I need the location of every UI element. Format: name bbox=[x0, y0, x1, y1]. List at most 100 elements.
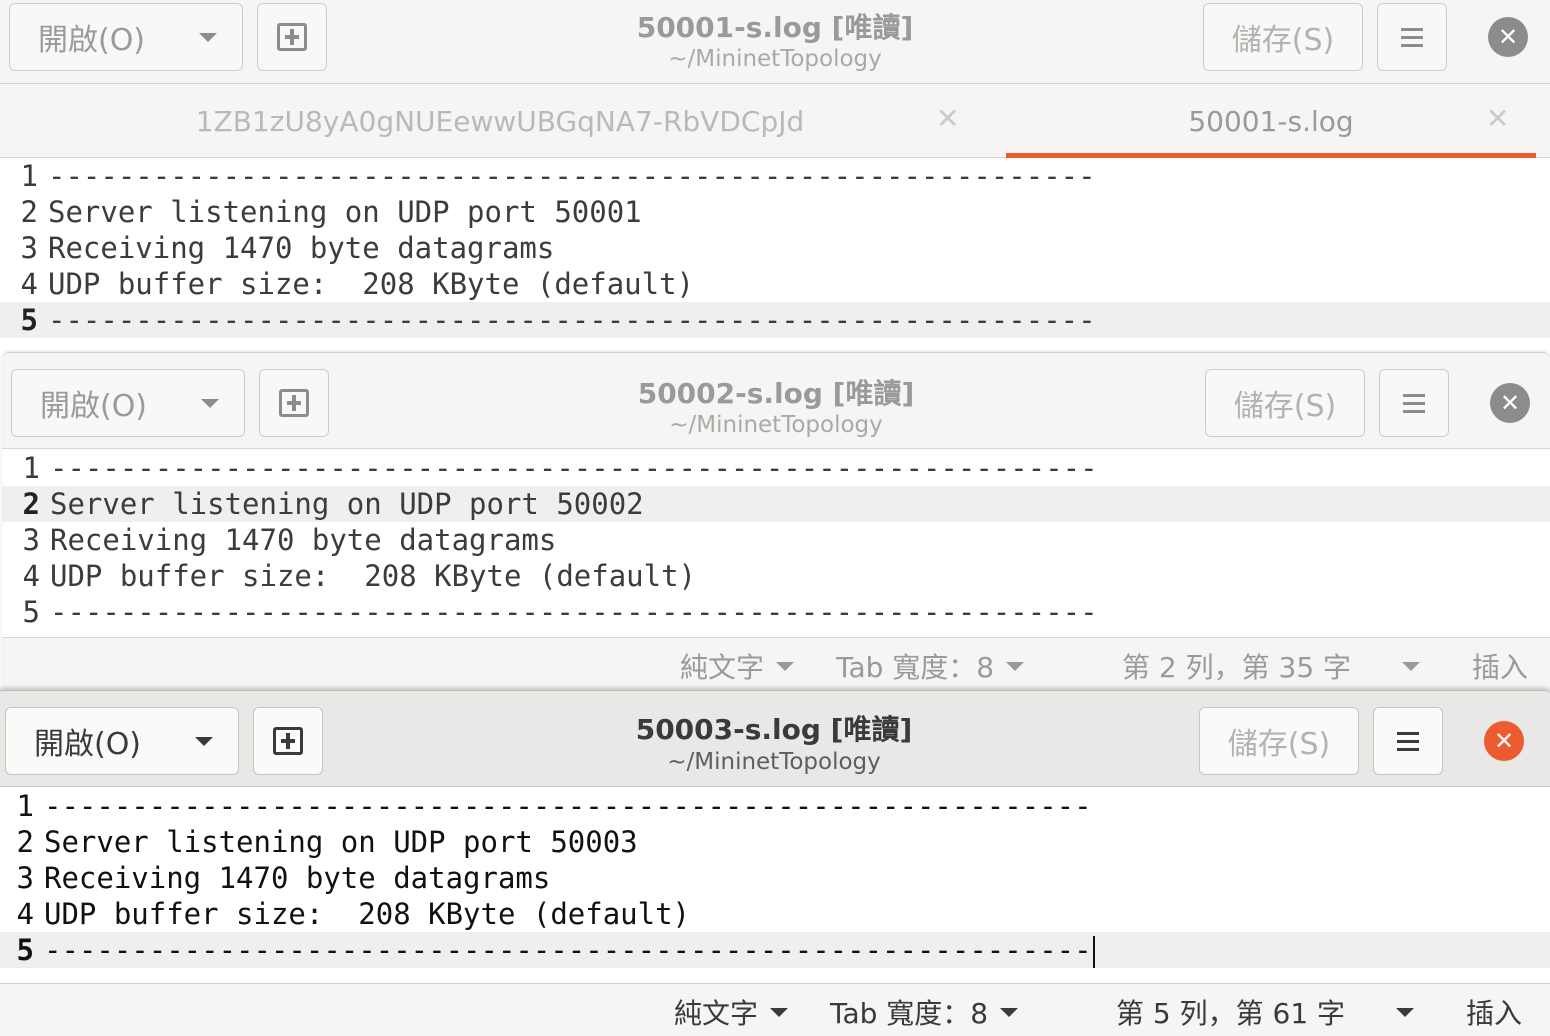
line-text: UDP buffer size: 208 KByte (default) bbox=[48, 267, 695, 301]
cursor-position-label: 第 5 列，第 61 字 bbox=[1116, 997, 1346, 1030]
text-line: 4 UDP buffer size: 208 KByte (default) bbox=[0, 896, 1550, 932]
text-view[interactable]: 1 ---------------------------------------… bbox=[0, 158, 1550, 338]
line-text: ----------------------------------------… bbox=[44, 932, 1095, 968]
header-bar: 開啟(O) 50001-s.log [唯讀] ~/MininetTopology… bbox=[0, 0, 1550, 84]
text-line: 1 ---------------------------------------… bbox=[2, 450, 1550, 486]
tab-width-label: Tab 寬度：8 bbox=[836, 651, 995, 684]
line-number: 5 bbox=[20, 303, 38, 337]
tab-close-icon[interactable]: ✕ bbox=[936, 102, 959, 135]
menu-button[interactable] bbox=[1379, 369, 1449, 437]
insert-mode-indicator[interactable]: 插入 bbox=[1466, 984, 1522, 1036]
save-button-label: 儲存(S) bbox=[1233, 389, 1337, 424]
header-bar: 開啟(O) 50002-s.log [唯讀] ~/MininetTopology… bbox=[2, 353, 1550, 449]
cursor-position-selector[interactable]: 第 5 列，第 61 字 bbox=[1116, 984, 1345, 1036]
tab-width-selector[interactable]: Tab 寬度：8 bbox=[830, 984, 1019, 1036]
cursor-position-selector[interactable]: 第 2 列，第 35 字 bbox=[1122, 638, 1351, 694]
cursor-position-label: 第 2 列，第 35 字 bbox=[1122, 651, 1352, 684]
chevron-down-icon bbox=[1000, 1007, 1019, 1017]
tab-width-selector[interactable]: Tab 寬度：8 bbox=[836, 638, 1025, 694]
line-number: 3 bbox=[22, 523, 40, 557]
status-bar: 純文字 Tab 寬度：8 第 2 列，第 35 字 插入 bbox=[2, 637, 1550, 693]
insert-mode-indicator[interactable]: 插入 bbox=[1472, 638, 1528, 694]
text-line: 1 ---------------------------------------… bbox=[0, 158, 1550, 194]
text-cursor bbox=[1092, 936, 1095, 968]
header-bar: 開啟(O) 50003-s.log [唯讀] ~/MininetTopology… bbox=[0, 691, 1550, 787]
line-number: 1 bbox=[20, 159, 38, 193]
close-icon: ✕ bbox=[1499, 389, 1521, 417]
line-number: 2 bbox=[22, 487, 40, 521]
line-number: 1 bbox=[22, 451, 40, 485]
line-text: Server listening on UDP port 50002 bbox=[50, 487, 644, 521]
insert-mode-label: 插入 bbox=[1472, 651, 1529, 684]
text-line: 1 ---------------------------------------… bbox=[0, 788, 1550, 824]
insert-mode-label: 插入 bbox=[1466, 997, 1523, 1030]
language-selector[interactable]: 純文字 bbox=[680, 638, 795, 694]
status-bar: 純文字 Tab 寬度：8 第 5 列，第 61 字 插入 bbox=[0, 983, 1550, 1036]
tab-label: 50001-s.log bbox=[1188, 104, 1354, 138]
line-text: ----------------------------------------… bbox=[50, 595, 1098, 629]
menu-button[interactable] bbox=[1373, 707, 1443, 775]
text-view[interactable]: 1 ---------------------------------------… bbox=[0, 788, 1550, 968]
editor-window-50001: 開啟(O) 50001-s.log [唯讀] ~/MininetTopology… bbox=[0, 0, 1550, 360]
line-text: ----------------------------------------… bbox=[48, 159, 1096, 193]
line-number: 1 bbox=[16, 789, 34, 823]
text-view[interactable]: 1 ---------------------------------------… bbox=[2, 450, 1550, 630]
current-text-line: 5 ---------------------------------------… bbox=[0, 932, 1550, 968]
line-number: 3 bbox=[16, 861, 34, 895]
close-icon: ✕ bbox=[1493, 727, 1515, 755]
save-button[interactable]: 儲存(S) bbox=[1203, 3, 1363, 71]
chevron-down-icon bbox=[770, 1007, 789, 1017]
hamburger-menu-icon bbox=[1403, 393, 1425, 413]
line-number: 2 bbox=[16, 825, 34, 859]
text-line: 5 ---------------------------------------… bbox=[2, 594, 1550, 630]
line-text: ----------------------------------------… bbox=[44, 789, 1092, 823]
line-number: 4 bbox=[22, 559, 40, 593]
tab-label: 1ZB1zU8yA0gNUEewwUBGqNA7-RbVDCpJd bbox=[195, 104, 805, 138]
text-line: 4 UDP buffer size: 208 KByte (default) bbox=[0, 266, 1550, 302]
text-line: 2 Server listening on UDP port 50003 bbox=[0, 824, 1550, 860]
close-icon: ✕ bbox=[1497, 23, 1519, 51]
chevron-down-icon bbox=[776, 661, 795, 671]
save-button-label: 儲存(S) bbox=[1231, 23, 1335, 58]
language-label: 純文字 bbox=[674, 997, 759, 1030]
line-number: 5 bbox=[22, 595, 40, 629]
text-line: 3 Receiving 1470 byte datagrams bbox=[0, 860, 1550, 896]
menu-button[interactable] bbox=[1377, 3, 1447, 71]
line-text: UDP buffer size: 208 KByte (default) bbox=[44, 897, 691, 931]
tab-1zb1zu8ya0g[interactable]: 1ZB1zU8yA0gNUEewwUBGqNA7-RbVDCpJd bbox=[0, 84, 1000, 158]
line-number: 4 bbox=[20, 267, 38, 301]
line-number: 3 bbox=[20, 231, 38, 265]
line-text: ----------------------------------------… bbox=[50, 451, 1098, 485]
tab-close-icon[interactable]: ✕ bbox=[1486, 102, 1509, 135]
chevron-down-icon[interactable] bbox=[1402, 662, 1420, 671]
close-window-button[interactable]: ✕ bbox=[1490, 383, 1530, 423]
line-number: 5 bbox=[16, 933, 34, 967]
language-label: 純文字 bbox=[680, 651, 765, 684]
hamburger-menu-icon bbox=[1401, 27, 1423, 47]
line-text: Receiving 1470 byte datagrams bbox=[50, 523, 557, 557]
line-number: 4 bbox=[16, 897, 34, 931]
line-text: Server listening on UDP port 50001 bbox=[48, 195, 642, 229]
editor-window-50003: 開啟(O) 50003-s.log [唯讀] ~/MininetTopology… bbox=[0, 690, 1550, 1036]
line-number: 2 bbox=[20, 195, 38, 229]
line-text: UDP buffer size: 208 KByte (default) bbox=[50, 559, 697, 593]
line-text: Receiving 1470 byte datagrams bbox=[48, 231, 555, 265]
close-window-button[interactable]: ✕ bbox=[1484, 721, 1524, 761]
line-text-content: ----------------------------------------… bbox=[44, 933, 1092, 967]
text-line: 3 Receiving 1470 byte datagrams bbox=[2, 522, 1550, 558]
tab-width-label: Tab 寬度：8 bbox=[830, 997, 989, 1030]
tab-50001-s-log[interactable]: 50001-s.log bbox=[1006, 84, 1536, 158]
save-button[interactable]: 儲存(S) bbox=[1205, 369, 1365, 437]
tab-bar: 1ZB1zU8yA0gNUEewwUBGqNA7-RbVDCpJd ✕ 5000… bbox=[0, 84, 1550, 158]
text-line: 2 Server listening on UDP port 50001 bbox=[0, 194, 1550, 230]
save-button[interactable]: 儲存(S) bbox=[1199, 707, 1359, 775]
editor-window-50002: 開啟(O) 50002-s.log [唯讀] ~/MininetTopology… bbox=[2, 352, 1550, 698]
language-selector[interactable]: 純文字 bbox=[674, 984, 789, 1036]
text-line: 3 Receiving 1470 byte datagrams bbox=[0, 230, 1550, 266]
current-text-line: 5 ---------------------------------------… bbox=[0, 302, 1550, 338]
text-line: 4 UDP buffer size: 208 KByte (default) bbox=[2, 558, 1550, 594]
close-window-button[interactable]: ✕ bbox=[1488, 17, 1528, 57]
chevron-down-icon[interactable] bbox=[1396, 1008, 1414, 1017]
save-button-label: 儲存(S) bbox=[1227, 727, 1331, 762]
line-text: ----------------------------------------… bbox=[48, 303, 1096, 337]
